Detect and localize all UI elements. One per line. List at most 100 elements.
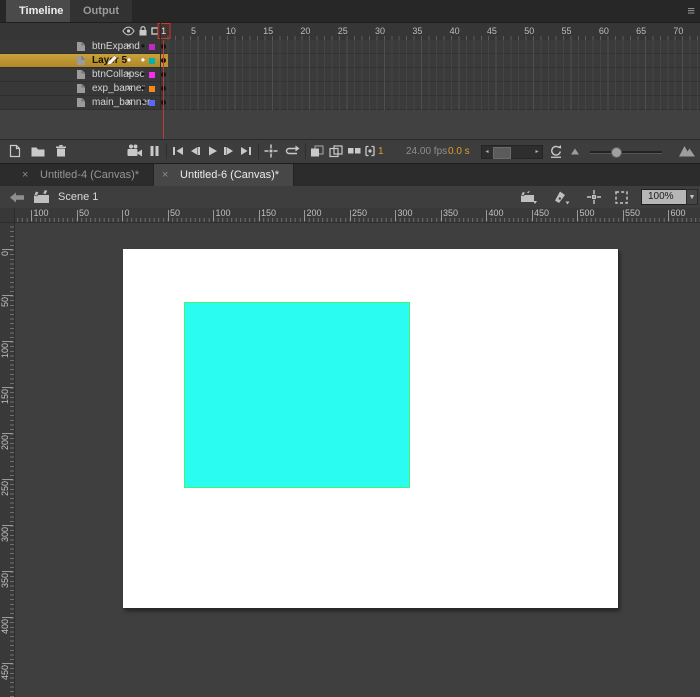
ruler-major-tick (213, 210, 214, 221)
layer-row-btncollapse[interactable]: btnCollapse × • (0, 68, 160, 82)
play-button[interactable] (204, 143, 220, 159)
frame-number-60[interactable]: 60 (599, 26, 609, 36)
center-frame-button[interactable] (263, 143, 279, 159)
layer-outline-color-swatch[interactable] (149, 99, 155, 106)
layer-visibility-toggle[interactable]: • (123, 54, 135, 67)
onion-skin-button[interactable] (309, 143, 325, 159)
back-arrow-icon[interactable] (10, 192, 25, 203)
timeline-zoom-slider-knob[interactable] (611, 147, 622, 158)
close-tab-icon[interactable]: × (162, 164, 168, 187)
ruler-major-tick (349, 210, 351, 221)
frame-number-40[interactable]: 40 (450, 26, 460, 36)
step-forward-one-frame-button[interactable] (221, 143, 237, 159)
h-ruler-label: 400 (488, 208, 504, 218)
layer-row-main_banner[interactable]: main_banner × • (0, 96, 160, 110)
frame-number-55[interactable]: 55 (562, 26, 572, 36)
tab-timeline[interactable]: Timeline (6, 0, 77, 22)
stage-zoom-input[interactable]: 100% (641, 189, 691, 205)
frame-number-70[interactable]: 70 (673, 26, 683, 36)
layer-visibility-toggle[interactable]: × (123, 82, 135, 95)
layer-outline-color-swatch[interactable] (149, 43, 155, 50)
horizontal-ruler[interactable]: 100 50 0 50 100 150 200 250 300 350 400 450 500 550 60… (0, 208, 700, 223)
show-parenting-view-button[interactable] (147, 143, 163, 159)
ruler-major-tick (440, 210, 442, 221)
layer-lock-toggle[interactable]: • (137, 96, 149, 109)
add-camera-button[interactable] (126, 143, 142, 159)
go-to-first-frame-button[interactable] (170, 143, 186, 159)
ruler-major-tick (2, 571, 13, 572)
layer-row-layer-5[interactable]: Layer 5 • • (0, 54, 160, 68)
stage[interactable] (123, 249, 618, 608)
layer-outline-color-swatch[interactable] (149, 57, 155, 64)
edit-scene-button[interactable] (520, 190, 537, 204)
playhead-line[interactable] (163, 40, 164, 140)
document-tab-2[interactable]: × Untitled-6 (Canvas)* (154, 164, 295, 187)
lock-column-icon[interactable] (138, 25, 148, 37)
scroll-right-icon[interactable]: ▸ (532, 146, 542, 158)
frame-scrollbar[interactable]: ◂ ▸ (481, 145, 543, 159)
layer-outline-color-swatch[interactable] (149, 85, 155, 92)
scene-name-label[interactable]: Scene 1 (58, 186, 98, 208)
elapsed-time-value[interactable]: 0.0 s (448, 140, 470, 164)
new-layer-button[interactable] (7, 143, 23, 159)
frame-rate-value[interactable]: 24.00 fps (406, 140, 447, 163)
reset-timeline-zoom-button[interactable] (548, 143, 564, 159)
frame-number-30[interactable]: 30 (375, 26, 385, 36)
onion-skin-outlines-button[interactable] (328, 143, 344, 159)
scroll-left-icon[interactable]: ◂ (482, 146, 492, 158)
ruler-major-tick (2, 663, 13, 664)
edit-symbols-button[interactable] (552, 190, 570, 205)
layer-row-exp_banner[interactable]: exp_banner × • (0, 82, 160, 96)
timeline-zoom-slider[interactable] (590, 151, 662, 154)
step-back-one-frame-button[interactable] (187, 143, 203, 159)
layer-lock-toggle[interactable]: • (137, 82, 149, 95)
layer-visibility-toggle[interactable]: × (123, 68, 135, 81)
frame-number-45[interactable]: 45 (487, 26, 497, 36)
layer-lock-toggle[interactable]: • (137, 40, 149, 53)
frame-number-35[interactable]: 35 (412, 26, 422, 36)
name-grid-divider (160, 23, 161, 110)
edit-multiple-frames-button[interactable] (346, 143, 362, 159)
tab-output[interactable]: Output (70, 0, 133, 22)
v-ruler-label: 200 (0, 435, 10, 451)
current-frame-value[interactable]: 1 (378, 140, 384, 164)
center-stage-button[interactable] (586, 189, 602, 205)
loop-playback-button[interactable] (284, 143, 300, 159)
cyan-rectangle-shape[interactable] (184, 302, 410, 488)
show-hide-column-eye-icon[interactable] (122, 26, 135, 36)
scrollbar-thumb[interactable] (493, 147, 511, 159)
timeline-frame-grid[interactable] (160, 40, 700, 110)
modify-markers-button[interactable] (362, 143, 378, 159)
scene-clapperboard-icon (33, 190, 50, 204)
frame-number-25[interactable]: 25 (338, 26, 348, 36)
timeline-header: 1 5 10 15 20 25 30 35 40 45 50 55 60 65 70 (0, 23, 700, 40)
delete-layer-button[interactable] (53, 143, 69, 159)
layer-lock-toggle[interactable]: • (137, 54, 149, 67)
frame-number-10[interactable]: 10 (226, 26, 236, 36)
stage-zoom-dropdown-icon[interactable]: ▼ (686, 189, 698, 205)
vertical-ruler[interactable]: 0 50 100 150 200 250 300 350 400 450 (0, 222, 15, 697)
ruler-major-tick (2, 295, 13, 296)
h-ruler-label: 200 (306, 208, 322, 218)
layer-visibility-toggle[interactable]: × (123, 40, 135, 53)
document-tab-1[interactable]: × Untitled-4 (Canvas)* (14, 164, 155, 187)
frame-number-65[interactable]: 65 (636, 26, 646, 36)
frame-number-50[interactable]: 50 (524, 26, 534, 36)
go-to-last-frame-button[interactable] (238, 143, 254, 159)
frame-number-20[interactable]: 20 (300, 26, 310, 36)
clip-content-outside-stage-button[interactable] (614, 190, 629, 205)
frame-number-5[interactable]: 5 (191, 26, 196, 36)
layer-row-btnexpand[interactable]: btnExpand × • (0, 40, 160, 54)
ruler-major-tick (2, 341, 13, 342)
panel-menu-icon[interactable]: ≡ (687, 1, 695, 21)
h-ruler-label: 500 (579, 208, 595, 218)
ruler-major-tick (531, 210, 533, 221)
frame-number-15[interactable]: 15 (263, 26, 273, 36)
new-folder-button[interactable] (30, 143, 46, 159)
layer-visibility-toggle[interactable]: × (123, 96, 135, 109)
close-tab-icon[interactable]: × (22, 164, 28, 187)
zoom-in-timeline-icon[interactable] (678, 143, 695, 159)
zoom-out-timeline-icon[interactable] (570, 147, 586, 163)
layer-lock-toggle[interactable]: • (137, 68, 149, 81)
layer-outline-color-swatch[interactable] (149, 71, 155, 78)
